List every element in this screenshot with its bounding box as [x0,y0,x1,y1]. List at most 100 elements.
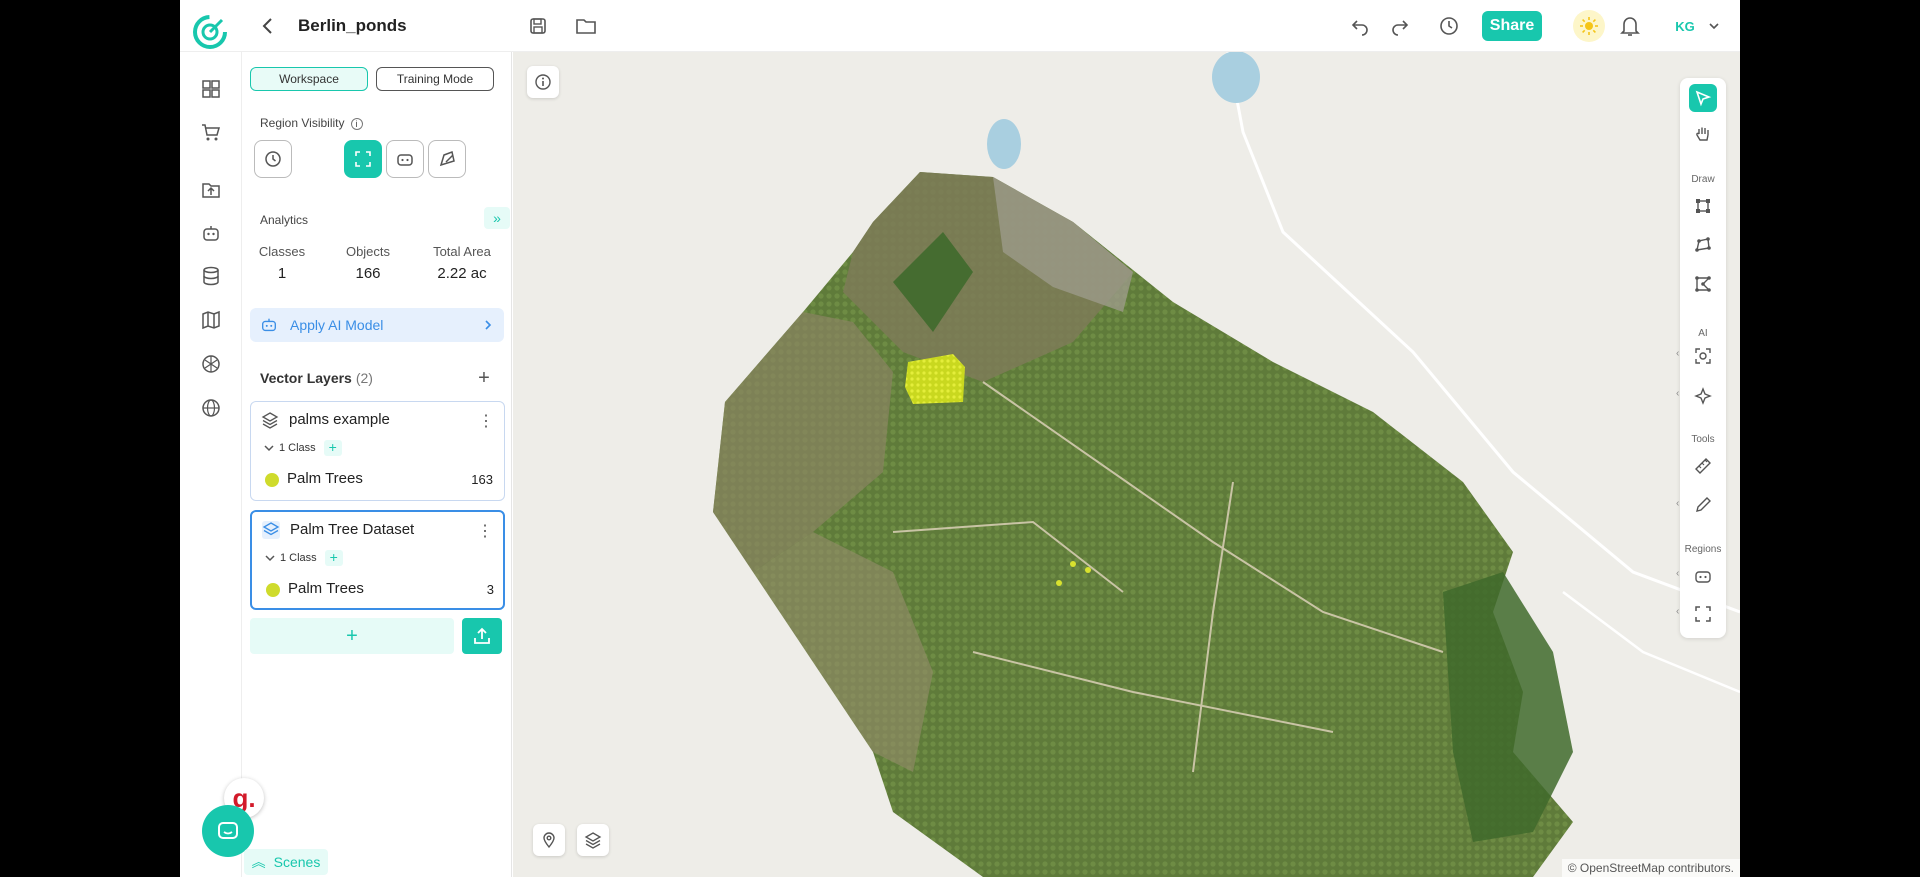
expand-icon [355,151,371,167]
clock-icon [265,151,281,167]
pen-tool[interactable] [1689,491,1717,519]
project-title: Berlin_ponds [298,16,407,35]
vector-layers-label: Vector Layers [260,370,352,386]
history-icon[interactable] [1435,12,1463,40]
chat-icon [218,822,238,839]
folder-icon[interactable] [572,12,600,40]
class-count-value: 163 [471,472,493,487]
chevron-left-icon[interactable]: ‹ [1676,348,1679,359]
stat-value: 166 [355,265,381,282]
region-clock-button[interactable] [254,140,292,178]
add-vector-layer-icon[interactable]: + [474,367,494,389]
redo-icon[interactable] [1386,12,1414,40]
scenes-label: Scenes [273,854,321,870]
user-avatar[interactable]: KG [1670,12,1700,40]
region-fullscreen-button[interactable] [344,140,382,178]
info-icon[interactable]: i [350,117,363,130]
kebab-menu-icon[interactable]: ⋮ [478,411,494,431]
draw-section-label: Draw [1691,174,1715,185]
layers-icon [262,521,280,539]
class-toggle[interactable]: 1 Class + [263,440,342,456]
basemap-layers-button[interactable] [577,824,609,856]
map-attribution[interactable]: © OpenStreetMap contributors. [1561,859,1740,877]
add-layer-button[interactable]: + [250,618,454,654]
map-info-button[interactable] [527,66,559,98]
chevron-down-icon [265,555,275,562]
polygon-edit-icon [439,150,455,167]
region-polygon-button[interactable] [428,140,466,178]
theme-sun-icon[interactable] [1573,10,1605,42]
ruler-icon [1695,458,1711,474]
palm-annotation-cluster[interactable] [905,354,965,404]
class-toggle[interactable]: 1 Class + [264,550,343,566]
cart-icon[interactable] [199,120,223,144]
palm-annotation-point[interactable] [1056,580,1062,586]
upload-button[interactable] [462,618,502,654]
workspace-tab[interactable]: Workspace [250,67,368,91]
scenes-button[interactable]: ︽ Scenes [244,849,328,875]
chevron-left-icon[interactable]: ‹ [1676,606,1679,617]
layer-card[interactable]: palms example ⋮ 1 Class + Palm Trees 163 [250,401,505,501]
upload-folder-icon[interactable] [199,178,223,202]
stat-label: Classes [258,244,306,259]
layers-icon [261,412,279,429]
palm-annotation-point[interactable] [1070,561,1076,567]
select-tool[interactable] [1689,84,1717,112]
aerial-imagery [713,52,1740,877]
ai-section-label: AI [1698,328,1708,339]
layer-card-selected[interactable]: Palm Tree Dataset ⋮ 1 Class + Palm Trees… [250,510,505,610]
stat-classes: Classes 1 [242,244,322,282]
globe-icon[interactable] [199,396,223,420]
palm-annotation-point[interactable] [1085,567,1091,573]
app-logo-icon[interactable] [192,14,228,50]
ai-target-icon [1695,348,1711,364]
map-canvas[interactable]: © OpenStreetMap contributors. [513,52,1740,877]
bell-icon[interactable] [1616,12,1644,40]
chevron-left-icon[interactable]: ‹ [1676,388,1679,399]
ai-detect-tool[interactable] [1689,342,1717,370]
region-visibility-text: Region Visibility [260,116,345,130]
stat-objects: Objects 166 [328,244,408,282]
region-robot-button[interactable] [386,140,424,178]
map-toolbar: Draw AI ‹ ‹ Tools ‹ Regions ‹ ‹ [1676,78,1726,638]
chevron-down-icon[interactable] [1700,12,1728,40]
training-mode-tab[interactable]: Training Mode [376,67,494,91]
class-name: Palm Trees [288,580,364,597]
map-icon[interactable] [199,308,223,332]
add-class-icon[interactable]: + [323,440,342,456]
class-item[interactable]: Palm Trees 163 [265,469,493,489]
database-icon[interactable] [199,264,223,288]
add-class-icon[interactable]: + [324,550,343,566]
region-ai-tool[interactable] [1689,562,1717,590]
expand-icon [1695,606,1711,622]
region-select-tool[interactable] [1689,600,1717,628]
draw-rectangle-tool[interactable] [1689,192,1717,220]
save-icon[interactable] [524,12,552,40]
share-button[interactable]: Share [1482,11,1542,41]
class-count: 1 Class [279,442,316,454]
draw-freeform-tool[interactable] [1689,270,1717,298]
analytics-expand-icon[interactable]: » [484,207,510,229]
tools-section-label: Tools [1691,434,1715,445]
ai-magic-icon [1694,387,1712,405]
robot-icon[interactable] [199,221,223,245]
class-item[interactable]: Palm Trees 3 [266,579,494,599]
measure-tool[interactable] [1689,452,1717,480]
globe-grid-icon[interactable] [199,352,223,376]
chevron-right-icon [485,320,492,330]
dashboard-icon[interactable] [199,77,223,101]
pan-tool[interactable] [1689,120,1717,148]
stat-label: Objects [345,244,391,259]
back-arrow-icon[interactable] [256,14,280,38]
location-pin-button[interactable] [533,824,565,856]
ai-segment-tool[interactable] [1689,382,1717,410]
cursor-arrow-icon [1695,90,1712,107]
kebab-menu-icon[interactable]: ⋮ [477,521,493,541]
chevron-left-icon[interactable]: ‹ [1676,568,1679,579]
chevron-left-icon[interactable]: ‹ [1676,498,1679,509]
undo-icon[interactable] [1346,12,1374,40]
draw-polygon-tool[interactable] [1689,231,1717,259]
region-visibility-label: Region Visibility i [260,116,363,130]
apply-ai-model-button[interactable]: Apply AI Model [250,308,504,342]
chevron-down-icon [264,445,274,452]
